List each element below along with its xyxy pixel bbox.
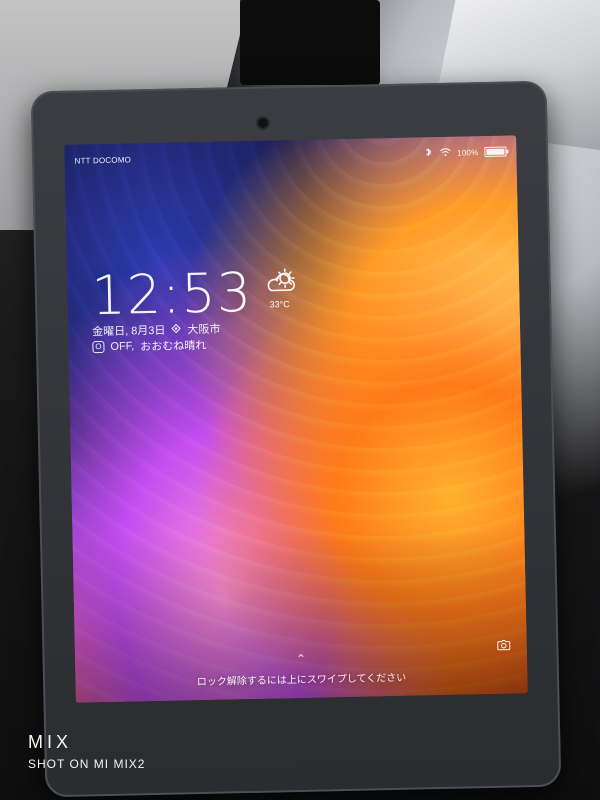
camera-watermark: MIX SHOT ON MI MIX2 xyxy=(28,732,145,771)
lock-screen: NTT DOCOMO 100% 12:53 33°C 金曜日, 8月3日 大阪市… xyxy=(64,135,528,703)
weather-condition: おおむね晴れ xyxy=(140,339,207,354)
wifi-icon xyxy=(439,147,451,159)
status-icons: 100% xyxy=(423,146,507,160)
bluetooth-icon xyxy=(423,147,433,159)
location-icon xyxy=(171,323,182,336)
weather-widget: 33°C xyxy=(253,268,306,321)
unlock-area[interactable]: ⌃ ロック解除するには上にスワイプしてください xyxy=(75,648,528,690)
cloud-sun-icon xyxy=(253,268,306,302)
battery-percent: 100% xyxy=(457,147,479,158)
alarm-badge: O xyxy=(92,340,105,354)
watermark-shot-on: SHOT ON MI MIX2 xyxy=(28,757,146,771)
front-camera xyxy=(258,118,268,128)
battery-icon xyxy=(484,146,507,157)
unlock-hint: ロック解除するには上にスワイプしてください xyxy=(196,672,407,689)
background-phone-case xyxy=(240,0,380,85)
summary-line: O OFF, おおむね晴れ xyxy=(92,337,206,355)
status-bar: NTT DOCOMO 100% xyxy=(74,144,507,169)
location-text: 大阪市 xyxy=(187,323,221,337)
battery-level xyxy=(486,148,505,155)
carrier-label: NTT DOCOMO xyxy=(74,154,132,166)
chevron-up-icon: ⌃ xyxy=(295,651,307,667)
weather-temperature: 33°C xyxy=(269,299,290,310)
lockscreen-clock: 12:53 xyxy=(90,260,253,328)
watermark-brand: MIX xyxy=(28,732,73,752)
alarm-status: OFF, xyxy=(110,340,135,353)
date-text: 金曜日, 8月3日 xyxy=(92,324,166,339)
